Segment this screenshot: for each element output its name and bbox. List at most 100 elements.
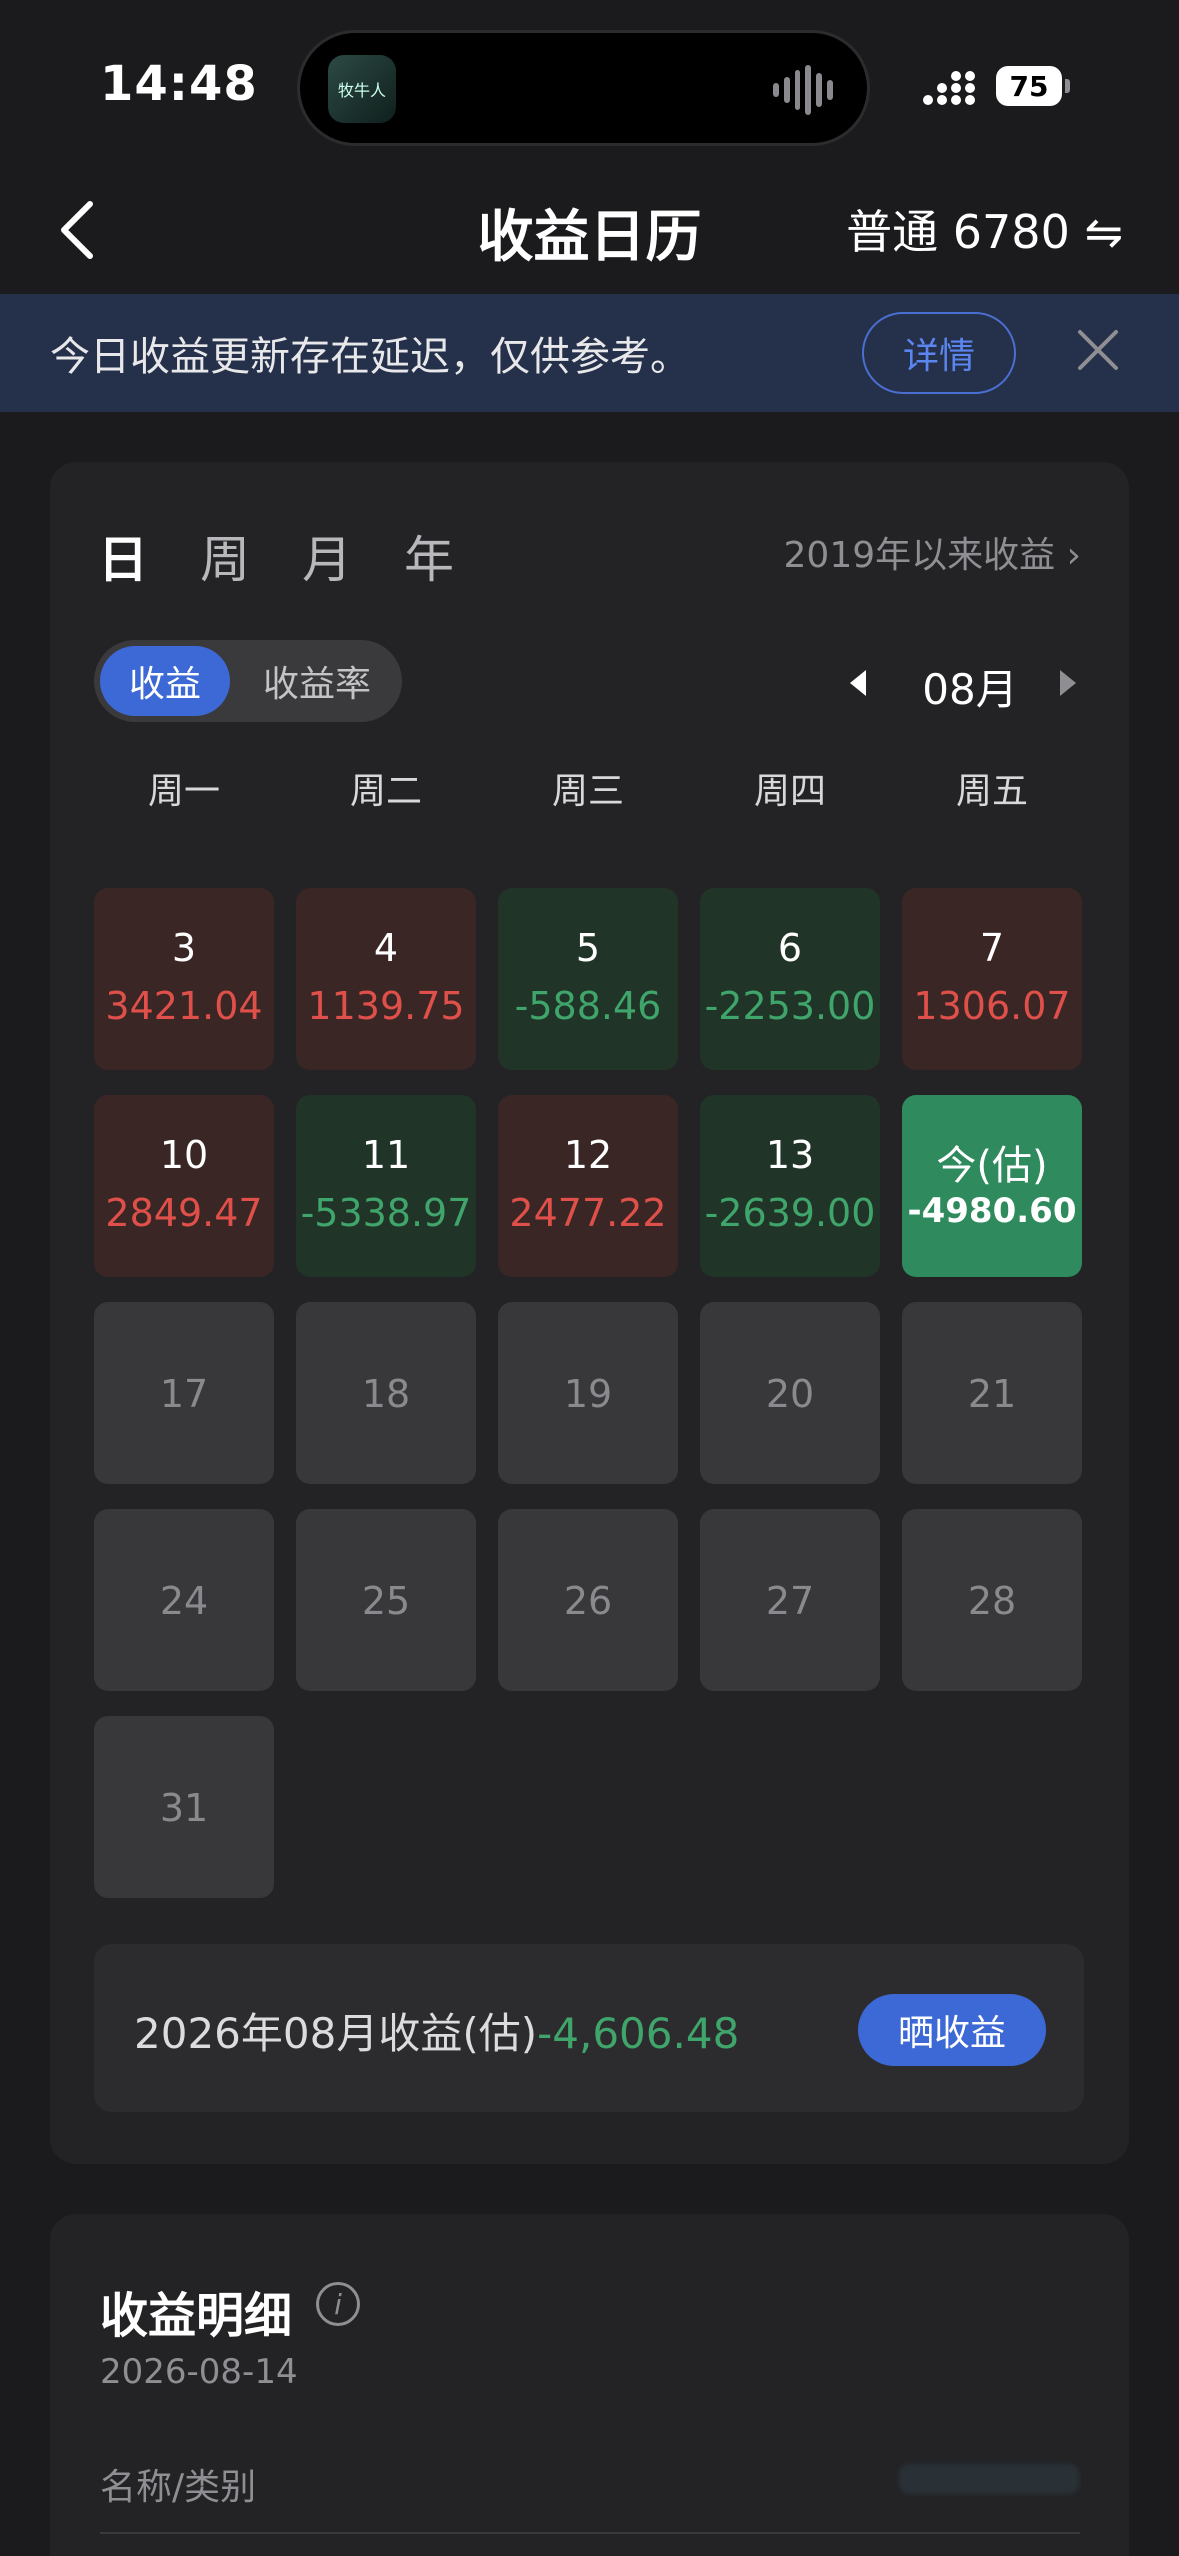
day-profit: -588.46 <box>514 984 662 1028</box>
status-time: 14:48 <box>100 56 258 112</box>
day-cell[interactable]: 31 <box>94 1716 274 1898</box>
details-date: 2026-08-14 <box>100 2352 298 2392</box>
day-number: 5 <box>575 926 601 970</box>
day-number: 31 <box>159 1786 209 1830</box>
day-number: 13 <box>765 1133 815 1177</box>
day-number: 25 <box>361 1579 411 1623</box>
weekday-fri: 周五 <box>955 771 1028 812</box>
day-profit: -2639.00 <box>704 1191 876 1235</box>
day-cell[interactable]: 13 -2639.00 <box>700 1095 880 1277</box>
share-profit-button[interactable]: 晒收益 <box>858 1994 1046 2066</box>
day-profit: -2253.00 <box>704 984 876 1028</box>
day-number: 28 <box>967 1579 1017 1623</box>
summary-text: 2026年08月收益(估)-4,606.48 <box>134 2000 739 2061</box>
day-cell[interactable]: 17 <box>94 1302 274 1484</box>
day-number: 27 <box>765 1579 815 1623</box>
day-number: 4 <box>373 926 399 970</box>
day-number: 19 <box>563 1372 613 1416</box>
day-cell[interactable]: 21 <box>902 1302 1082 1484</box>
day-cell[interactable]: 25 <box>296 1509 476 1691</box>
tab-year[interactable]: 年 <box>404 520 456 592</box>
day-number: 21 <box>967 1372 1017 1416</box>
day-cell[interactable]: 7 1306.07 <box>902 888 1082 1070</box>
banner-text: 今日收益更新存在延迟，仅供参考。 <box>50 334 690 380</box>
day-number: 18 <box>361 1372 411 1416</box>
audio-wave-icon <box>773 63 833 117</box>
details-title: 收益明细 <box>100 2288 293 2344</box>
day-profit: -4980.60 <box>907 1191 1077 1231</box>
divider <box>100 2532 1080 2534</box>
toggle-profit-rate[interactable]: 收益率 <box>242 646 392 716</box>
day-number: 今(估) <box>936 1143 1048 1189</box>
status-bar: 14:48 牧牛人 75 <box>0 0 1179 170</box>
toggle-profit[interactable]: 收益 <box>100 646 230 716</box>
close-icon[interactable] <box>1072 324 1124 376</box>
day-number: 7 <box>979 926 1005 970</box>
month-label: 08月 <box>922 665 1018 714</box>
period-tabs: 日 周 月 年 <box>98 520 456 592</box>
day-profit: 2477.22 <box>509 1191 667 1235</box>
nav-bar: 收益日历 普通 6780 ⇋ <box>0 170 1179 294</box>
day-cell[interactable]: 4 1139.75 <box>296 888 476 1070</box>
weekday-thu: 周四 <box>753 771 826 812</box>
weekday-tue: 周二 <box>349 771 422 812</box>
app-icon-text: 牧牛人 <box>337 81 386 100</box>
blurred-column-label <box>899 2464 1079 2494</box>
day-cell[interactable]: 6 -2253.00 <box>700 888 880 1070</box>
tab-week[interactable]: 周 <box>200 520 252 592</box>
calendar-card: 日 周 月 年 2019年以来收益 › 收益 收益率 08月 周一 周二 周三 … <box>50 462 1129 2164</box>
day-cell[interactable]: 28 <box>902 1509 1082 1691</box>
battery-level: 75 <box>996 66 1062 106</box>
signal-icon <box>923 71 975 105</box>
next-month-icon[interactable] <box>1060 670 1076 696</box>
info-icon[interactable]: i <box>316 2282 360 2326</box>
detail-button[interactable]: 详情 <box>862 312 1016 394</box>
dynamic-island[interactable]: 牧牛人 <box>297 30 870 146</box>
tab-month[interactable]: 月 <box>302 520 354 592</box>
day-profit: 1306.07 <box>913 984 1071 1028</box>
metric-toggle: 收益 收益率 <box>94 640 402 722</box>
day-cell[interactable]: 10 2849.47 <box>94 1095 274 1277</box>
day-profit: 2849.47 <box>105 1191 263 1235</box>
weekday-mon: 周一 <box>147 771 220 812</box>
day-number: 20 <box>765 1372 815 1416</box>
day-cell[interactable]: 18 <box>296 1302 476 1484</box>
weekday-header: 周一 周二 周三 周四 周五 <box>94 762 1084 822</box>
since-2019-link[interactable]: 2019年以来收益 › <box>784 526 1081 578</box>
day-profit: 3421.04 <box>105 984 263 1028</box>
battery-tip <box>1065 79 1070 93</box>
weekday-wed: 周三 <box>551 771 624 812</box>
day-cell[interactable]: 24 <box>94 1509 274 1691</box>
day-profit: 1139.75 <box>307 984 465 1028</box>
day-cell[interactable]: 19 <box>498 1302 678 1484</box>
day-cell[interactable]: 27 <box>700 1509 880 1691</box>
day-number: 24 <box>159 1579 209 1623</box>
day-number: 11 <box>361 1133 411 1177</box>
month-summary: 2026年08月收益(估)-4,606.48 晒收益 <box>94 1944 1084 2112</box>
day-profit: -5338.97 <box>300 1191 472 1235</box>
today-cell[interactable]: 今(估) -4980.60 <box>902 1095 1082 1277</box>
day-cell[interactable]: 11 -5338.97 <box>296 1095 476 1277</box>
day-number: 10 <box>159 1133 209 1177</box>
day-cell[interactable]: 20 <box>700 1302 880 1484</box>
month-navigator: 08月 <box>850 648 1110 718</box>
day-number: 3 <box>171 926 197 970</box>
column-header-name: 名称/类别 <box>100 2467 257 2508</box>
account-switcher[interactable]: 普通 6780 ⇋ <box>846 196 1123 262</box>
day-number: 26 <box>563 1579 613 1623</box>
summary-value: -4,606.48 <box>537 2009 740 2058</box>
day-cell[interactable]: 12 2477.22 <box>498 1095 678 1277</box>
prev-month-icon[interactable] <box>850 670 866 696</box>
day-number: 12 <box>563 1133 613 1177</box>
day-cell[interactable]: 5 -588.46 <box>498 888 678 1070</box>
profit-details-card: 收益明细 i 2026-08-14 名称/类别 <box>50 2214 1129 2556</box>
app-icon: 牧牛人 <box>328 55 396 123</box>
day-cell[interactable]: 26 <box>498 1509 678 1691</box>
summary-label: 2026年08月收益(估) <box>134 2009 538 2058</box>
battery-icon: 75 <box>996 66 1072 106</box>
day-number: 6 <box>777 926 803 970</box>
day-cell[interactable]: 3 3421.04 <box>94 888 274 1070</box>
tab-day[interactable]: 日 <box>98 520 150 592</box>
delay-notice-banner: 今日收益更新存在延迟，仅供参考。 详情 <box>0 294 1179 412</box>
day-number: 17 <box>159 1372 209 1416</box>
